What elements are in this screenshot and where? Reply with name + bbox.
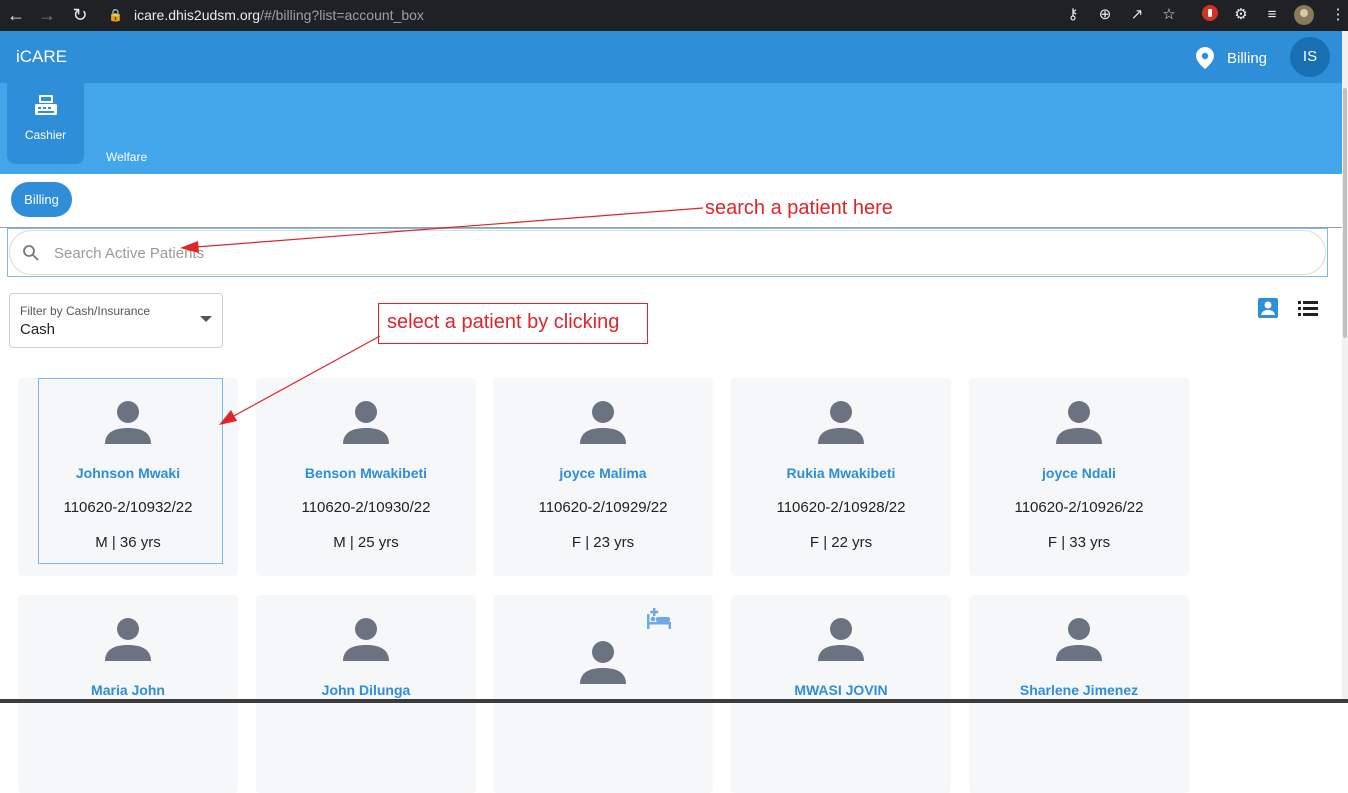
scrollbar-thumb[interactable] bbox=[1343, 88, 1347, 338]
patient-info: F | 23 yrs bbox=[571, 534, 635, 551]
patient-info: F | 33 yrs bbox=[1047, 534, 1111, 551]
person-icon bbox=[343, 401, 389, 444]
url-path: /#/billing?list=account_box bbox=[260, 7, 424, 23]
patient-name: joyce Malima bbox=[559, 465, 647, 481]
patient-card[interactable]: John Dilunga bbox=[256, 595, 476, 793]
patient-name: Sharlene Jimenez bbox=[1019, 682, 1139, 698]
patient-name: Maria John bbox=[91, 682, 165, 698]
dropdown-caret-icon bbox=[200, 316, 212, 322]
patient-card[interactable]: Rukia Mwakibeti 110620-2/10928/22 F | 22… bbox=[731, 378, 951, 576]
person-icon bbox=[818, 401, 864, 444]
person-icon bbox=[105, 618, 151, 661]
patient-id: 110620-2/10928/22 bbox=[776, 499, 906, 516]
extensions-puzzle-icon[interactable]: ⚙ bbox=[1231, 5, 1251, 25]
key-icon[interactable]: ⚷ bbox=[1063, 5, 1083, 25]
profile-avatar-icon[interactable] bbox=[1294, 5, 1314, 25]
patient-card[interactable]: Sharlene Jimenez bbox=[969, 595, 1189, 793]
select-annotation: select a patient by clicking bbox=[387, 311, 620, 333]
patient-card[interactable]: joyce Malima 110620-2/10929/22 F | 23 yr… bbox=[493, 378, 713, 576]
zoom-icon[interactable]: ⊕ bbox=[1095, 5, 1115, 25]
person-icon bbox=[343, 618, 389, 661]
filter-label: Filter by Cash/Insurance bbox=[20, 304, 151, 318]
reading-list-icon[interactable]: ≡ bbox=[1262, 5, 1282, 25]
location-label[interactable]: Billing bbox=[1227, 50, 1267, 67]
patient-id: 110620-2/10930/22 bbox=[301, 499, 431, 516]
search-icon bbox=[23, 245, 39, 261]
person-icon bbox=[818, 618, 864, 661]
person-icon bbox=[580, 641, 626, 684]
person-icon bbox=[580, 401, 626, 444]
cash-insurance-filter[interactable]: Filter by Cash/Insurance Cash bbox=[9, 293, 223, 348]
bookmark-star-icon[interactable]: ☆ bbox=[1159, 5, 1179, 25]
cash-register-icon bbox=[35, 95, 57, 115]
module-cashier[interactable]: Cashier bbox=[7, 83, 84, 164]
patient-id: 110620-2/10929/22 bbox=[538, 499, 668, 516]
search-annotation: search a patient here bbox=[705, 197, 893, 219]
billing-tab[interactable]: Billing bbox=[11, 182, 72, 217]
person-icon bbox=[1056, 618, 1102, 661]
browser-menu-icon[interactable]: ⋮ bbox=[1328, 5, 1348, 25]
select-annotation-box: select a patient by clicking bbox=[378, 303, 648, 344]
patient-id: 110620-2/10926/22 bbox=[1014, 499, 1144, 516]
patient-card[interactable]: MWASI JOVIN bbox=[731, 595, 951, 793]
patient-name: MWASI JOVIN bbox=[794, 682, 888, 698]
lock-icon: 🔒 bbox=[108, 8, 123, 22]
patient-id: 110620-2/10932/22 bbox=[63, 499, 193, 516]
module-welfare[interactable]: Welfare bbox=[106, 150, 147, 164]
bottom-edge bbox=[0, 699, 1348, 703]
patient-name: Johnson Mwaki bbox=[75, 465, 181, 481]
patient-card[interactable]: Johnson Mwaki 110620-2/10932/22 M | 36 y… bbox=[18, 378, 238, 576]
card-view-icon[interactable] bbox=[1257, 297, 1279, 319]
patient-card[interactable]: joyce Ndali 110620-2/10926/22 F | 33 yrs bbox=[969, 378, 1189, 576]
extension-stop-icon[interactable] bbox=[1200, 5, 1220, 25]
patient-info: F | 22 yrs bbox=[809, 534, 873, 551]
patient-name: joyce Ndali bbox=[1042, 465, 1116, 481]
search-box[interactable] bbox=[9, 230, 1326, 275]
patient-name: John Dilunga bbox=[321, 682, 411, 698]
app-brand[interactable]: iCARE bbox=[16, 47, 67, 67]
filter-value: Cash bbox=[20, 321, 56, 338]
url-host: icare.dhis2udsm.org bbox=[134, 7, 261, 23]
person-icon bbox=[1056, 401, 1102, 444]
patient-info: M | 25 yrs bbox=[333, 534, 399, 551]
back-icon[interactable]: ← bbox=[6, 5, 26, 25]
reload-icon[interactable]: ↻ bbox=[70, 5, 90, 25]
patient-card[interactable]: Maria John bbox=[18, 595, 238, 793]
browser-toolbar: ← → ↻ 🔒 icare.dhis2udsm.org/#/billing?li… bbox=[0, 0, 1348, 31]
share-icon[interactable]: ↗ bbox=[1127, 5, 1147, 25]
patient-info: M | 36 yrs bbox=[95, 534, 161, 551]
search-input[interactable] bbox=[54, 242, 1254, 264]
forward-icon[interactable]: → bbox=[37, 5, 57, 25]
patient-card[interactable]: Benson Mwakibeti 110620-2/10930/22 M | 2… bbox=[256, 378, 476, 576]
location-pin-icon[interactable] bbox=[1196, 47, 1214, 69]
patient-card[interactable] bbox=[493, 595, 713, 793]
list-view-icon[interactable] bbox=[1297, 297, 1319, 319]
patient-name: Benson Mwakibeti bbox=[304, 465, 428, 481]
app-header: iCARE Billing IS bbox=[0, 31, 1342, 83]
module-cashier-label: Cashier bbox=[24, 128, 67, 142]
address-bar[interactable]: icare.dhis2udsm.org/#/billing?list=accou… bbox=[134, 5, 424, 25]
module-bar: Cashier Welfare bbox=[0, 83, 1342, 174]
admitted-bed-icon bbox=[647, 608, 671, 629]
patient-name: Rukia Mwakibeti bbox=[786, 465, 896, 481]
person-icon bbox=[105, 401, 151, 444]
user-avatar[interactable]: IS bbox=[1290, 37, 1330, 77]
